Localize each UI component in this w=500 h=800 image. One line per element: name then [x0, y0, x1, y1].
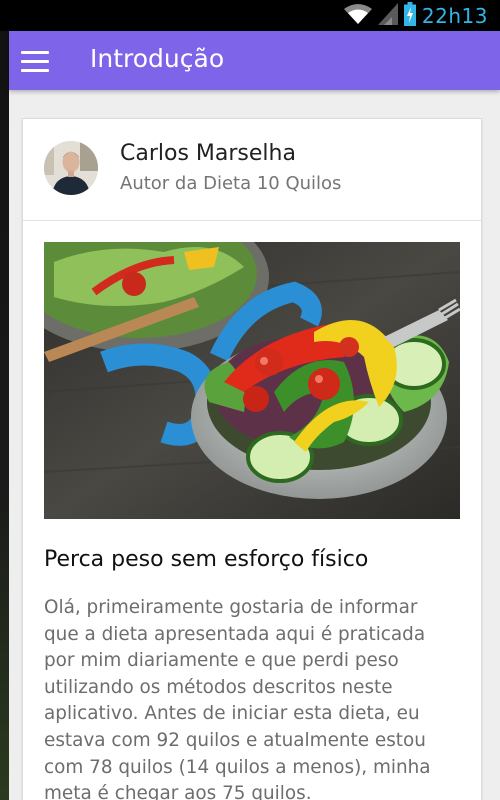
- status-icons: 22h13: [343, 2, 488, 30]
- device-bezel: [0, 0, 9, 800]
- author-subtitle: Autor da Dieta 10 Quilos: [120, 173, 342, 194]
- status-bar: 22h13: [0, 0, 500, 31]
- status-time: 22h13: [421, 4, 488, 28]
- author-name: Carlos Marselha: [120, 141, 296, 166]
- app-bar: Introdução: [9, 31, 500, 90]
- content-area[interactable]: Carlos Marselha Autor da Dieta 10 Quilos: [9, 90, 500, 800]
- article-card: Carlos Marselha Autor da Dieta 10 Quilos: [22, 118, 482, 800]
- signal-icon: [377, 3, 398, 29]
- avatar: [44, 141, 98, 195]
- page-title: Introdução: [90, 44, 225, 73]
- battery-charging-icon: [403, 2, 416, 30]
- wifi-icon: [343, 3, 372, 29]
- phone-screen: 22h13 Introdução Carlos Marselha Autor d…: [0, 0, 500, 800]
- article-body: Olá, primeiramente gostaria de informar …: [44, 597, 431, 800]
- hamburger-menu-icon[interactable]: [21, 48, 51, 74]
- article-title: Perca peso sem esforço físico: [44, 547, 369, 572]
- author-header: Carlos Marselha Autor da Dieta 10 Quilos: [23, 119, 481, 221]
- salad-photo: [44, 242, 460, 519]
